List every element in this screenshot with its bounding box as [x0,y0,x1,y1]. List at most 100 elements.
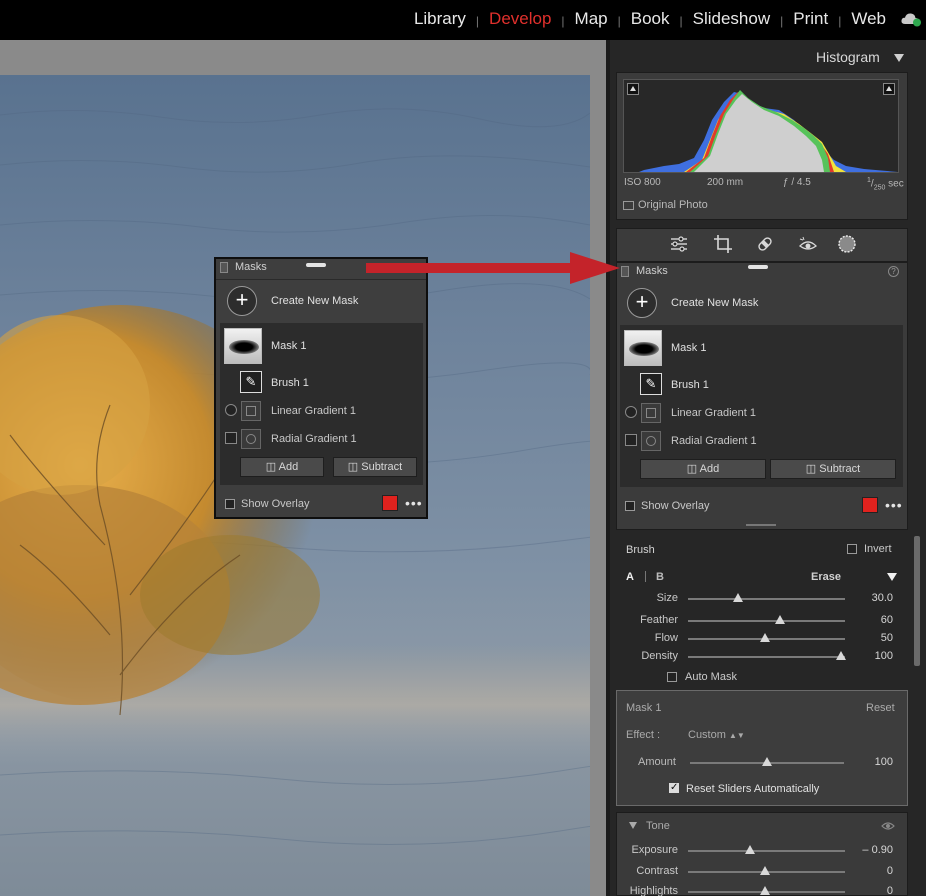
size-value[interactable]: 30.0 [853,592,893,604]
panel-switch-icon[interactable] [621,266,629,277]
feather-value[interactable]: 60 [853,614,893,626]
invert-checkbox[interactable] [847,544,857,554]
amount-slider-thumb[interactable] [762,757,772,766]
feather-label: Feather [640,614,678,626]
subtract-button[interactable]: ◫ Subtract [770,459,896,479]
panel-drag-handle[interactable] [748,265,768,269]
right-panel-scrollbar[interactable] [914,536,920,666]
exposure-slider-thumb[interactable] [744,845,755,854]
eye-visibility-icon[interactable] [881,821,895,831]
reset-sliders-label[interactable]: Reset Sliders Automatically [686,783,819,795]
add-button[interactable]: ◫ Add [240,457,324,477]
red-eye-icon[interactable] [798,234,818,254]
help-icon[interactable]: ? [888,266,899,277]
invert-label[interactable]: Invert [864,543,892,555]
mask-thumbnail[interactable] [224,328,262,364]
auto-mask-checkbox[interactable] [667,672,677,682]
more-options-icon[interactable]: ••• [885,498,903,512]
effect-dropdown[interactable]: Custom ▲▼ [688,729,745,741]
overlay-color-swatch[interactable] [382,495,398,511]
mask-name[interactable]: Mask 1 [671,342,706,354]
panel-collapse-icon[interactable] [894,54,904,62]
healing-icon[interactable] [755,234,775,254]
brush-tab-b[interactable]: B [656,571,664,583]
brush-icon[interactable]: ✎ [640,373,662,395]
create-new-mask-button[interactable]: + [227,286,257,316]
tab-separator [645,571,646,582]
reset-sliders-checkbox[interactable]: ✓ [669,783,679,793]
create-new-mask-button[interactable]: + [627,288,657,318]
add-button[interactable]: ◫ Add [640,459,766,479]
module-separator: | [561,14,565,28]
module-book[interactable]: Book [629,9,672,29]
brush-options-chevron-icon[interactable] [887,573,897,581]
brush-icon[interactable]: ✎ [240,371,262,393]
original-photo-label[interactable]: Original Photo [638,199,708,211]
component-brush-label[interactable]: Brush 1 [271,377,309,389]
component-brush-label[interactable]: Brush 1 [671,379,709,391]
histogram-title[interactable]: Histogram [816,49,880,65]
density-slider-track[interactable] [688,656,845,659]
linear-gradient-icon[interactable] [241,401,261,421]
cloud-sync-icon[interactable] [900,11,922,27]
density-slider-thumb[interactable] [836,651,846,661]
show-overlay-label[interactable]: Show Overlay [641,500,709,512]
module-web[interactable]: Web [849,9,888,29]
module-separator: | [475,14,480,28]
amount-value[interactable]: 100 [853,756,893,768]
module-separator: | [780,14,784,28]
size-slider-thumb[interactable] [732,593,743,602]
module-print[interactable]: Print [791,9,830,29]
masking-icon[interactable] [837,234,857,254]
module-develop[interactable]: Develop [487,9,553,29]
component-linear-gradient-label[interactable]: Linear Gradient 1 [271,405,356,417]
contrast-value[interactable]: 0 [853,865,893,877]
flow-label: Flow [654,632,678,644]
exposure-slider-track[interactable] [688,850,845,852]
show-overlay-checkbox[interactable] [225,499,235,509]
mask-name[interactable]: Mask 1 [271,340,306,352]
resize-handle[interactable] [746,524,776,526]
component-linear-gradient-label[interactable]: Linear Gradient 1 [671,407,756,419]
create-new-mask-label[interactable]: Create New Mask [671,297,758,309]
feather-slider-track[interactable] [688,620,845,622]
show-overlay-checkbox[interactable] [625,501,635,511]
exposure-value[interactable]: – 0.90 [853,844,893,856]
shutter-numerator: 1 [867,177,871,184]
crop-icon[interactable] [713,234,733,254]
linear-gradient-icon[interactable] [641,403,661,423]
size-label: Size [656,592,678,604]
size-slider-track[interactable] [688,598,845,600]
reset-button[interactable]: Reset [866,702,895,714]
brush-tab-a[interactable]: A [626,571,634,583]
overlay-color-swatch[interactable] [862,497,878,513]
flow-slider-thumb[interactable] [760,633,770,642]
amount-label: Amount [638,756,676,768]
component-radial-gradient-label[interactable]: Radial Gradient 1 [271,433,357,445]
density-value[interactable]: 100 [853,650,893,662]
auto-mask-label[interactable]: Auto Mask [685,671,737,683]
histogram-graph[interactable] [623,79,899,173]
contrast-slider-thumb[interactable] [760,866,770,875]
tone-collapse-icon[interactable] [629,822,637,829]
mask-thumbnail[interactable] [624,330,662,366]
edit-sliders-icon[interactable] [669,234,689,254]
radial-gradient-icon[interactable] [241,429,261,449]
module-map[interactable]: Map [573,9,610,29]
panel-switch-icon[interactable] [220,262,228,273]
create-new-mask-label[interactable]: Create New Mask [271,295,358,307]
show-overlay-label[interactable]: Show Overlay [241,498,309,510]
more-options-icon[interactable]: ••• [405,496,423,510]
subtract-button[interactable]: ◫ Subtract [333,457,417,477]
flow-value[interactable]: 50 [853,632,893,644]
highlights-slider-thumb[interactable] [760,886,770,895]
brush-erase-tab[interactable]: Erase [811,571,841,583]
radial-gradient-icon[interactable] [641,431,661,451]
floating-drag-handle[interactable] [306,263,326,267]
feather-slider-thumb[interactable] [775,615,786,624]
module-library[interactable]: Library [412,9,468,29]
original-photo-checkbox[interactable] [623,201,634,210]
module-slideshow[interactable]: Slideshow [691,9,773,29]
highlights-value[interactable]: 0 [853,885,893,896]
component-radial-gradient-label[interactable]: Radial Gradient 1 [671,435,757,447]
